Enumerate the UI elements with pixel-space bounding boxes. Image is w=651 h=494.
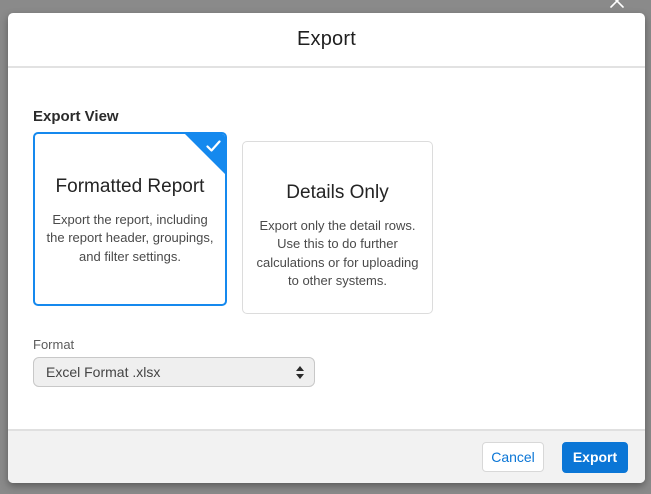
cancel-button[interactable]: Cancel — [482, 442, 544, 472]
check-icon — [206, 139, 221, 157]
export-dialog: Export Export View Formatted Report Expo… — [8, 13, 645, 483]
option-title: Details Only — [286, 182, 389, 203]
option-details-only[interactable]: Details Only Export only the detail rows… — [242, 141, 433, 314]
close-icon[interactable] — [609, 0, 625, 9]
export-button[interactable]: Export — [562, 441, 628, 473]
dialog-title: Export — [296, 28, 356, 50]
dialog-footer: Cancel Export — [8, 429, 645, 483]
format-select-value: Excel Format .xlsx — [46, 364, 161, 380]
export-view-heading: Export View — [33, 108, 119, 125]
option-description: Export only the detail rows. Use this to… — [256, 218, 419, 289]
modal-overlay: Export Export View Formatted Report Expo… — [0, 0, 651, 494]
up-down-arrows-icon — [296, 365, 304, 379]
option-formatted-report[interactable]: Formatted Report Export the report, incl… — [33, 132, 227, 306]
option-description: Export the report, including the report … — [46, 212, 214, 264]
dialog-body: Export View Formatted Report Export the … — [8, 108, 645, 387]
option-title: Formatted Report — [55, 176, 205, 197]
dialog-header: Export — [8, 13, 645, 68]
format-label: Format — [33, 337, 75, 352]
format-select[interactable]: Excel Format .xlsx — [33, 357, 315, 387]
export-view-options: Formatted Report Export the report, incl… — [33, 132, 620, 314]
